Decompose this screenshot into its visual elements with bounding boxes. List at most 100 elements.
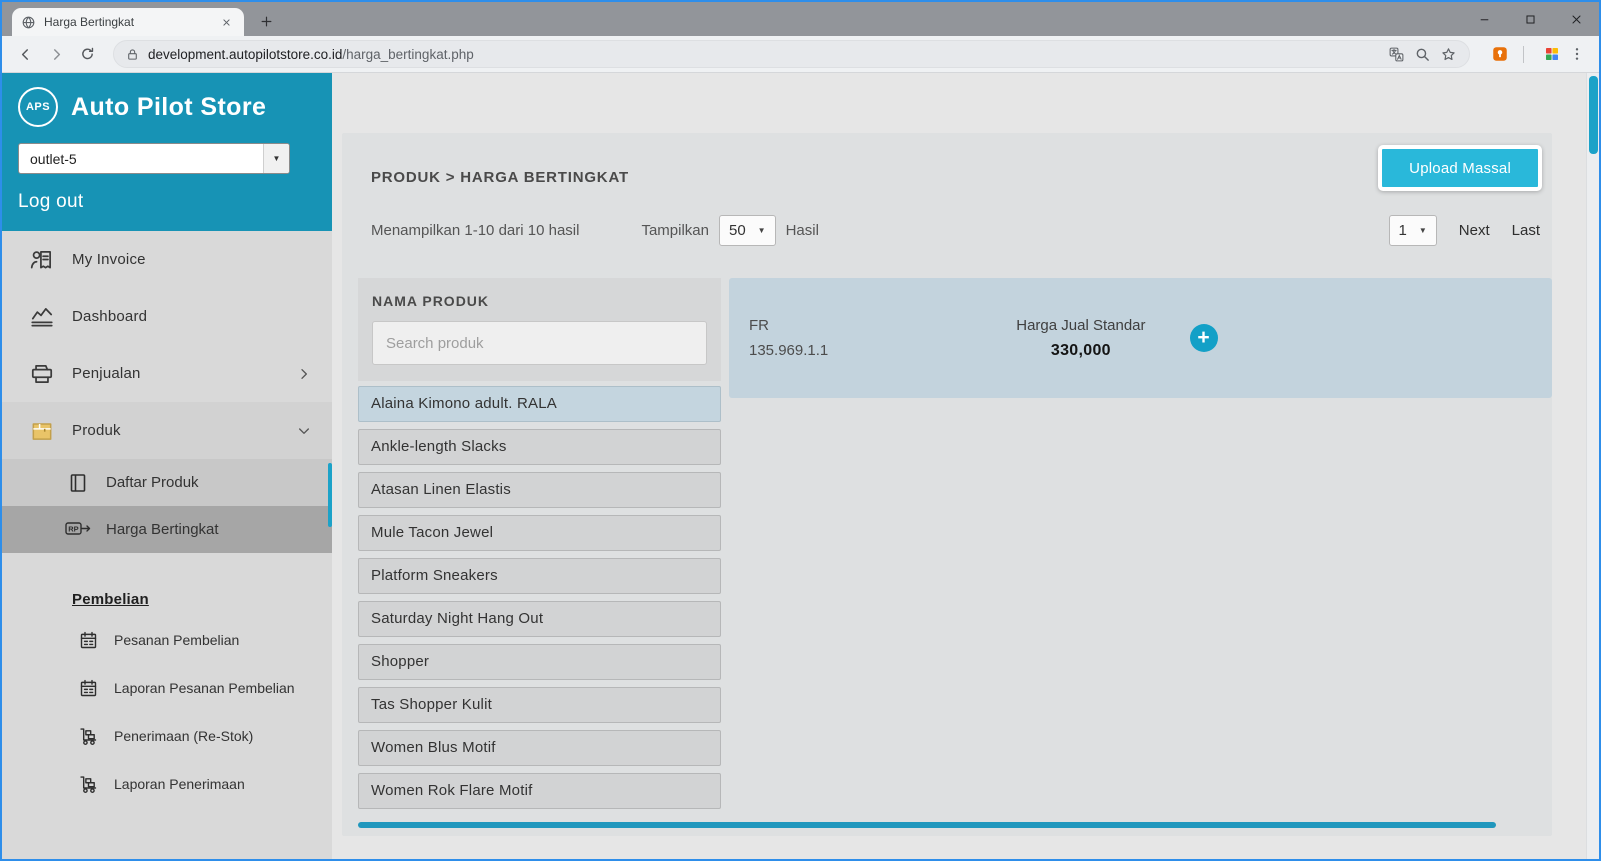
sidebar-item-pesanan-pembelian[interactable]: Pesanan Pembelian — [2, 616, 332, 664]
product-list: Alaina Kimono adult. RALA Ankle-length Sl… — [358, 386, 721, 809]
cash-register-icon — [29, 361, 55, 387]
browser-tab[interactable]: Harga Bertingkat — [12, 8, 244, 36]
sidebar-scrollbar-thumb[interactable] — [328, 463, 332, 527]
calendar-icon — [78, 678, 99, 699]
results-label: Hasil — [786, 222, 819, 239]
browser-window: Harga Bertingkat — [0, 0, 1601, 861]
forward-button[interactable] — [43, 41, 70, 68]
sidebar-item-label: Laporan Pesanan Pembelian — [114, 680, 295, 696]
card-header: PRODUK > HARGA BERTINGKAT Upload Massal — [342, 133, 1552, 191]
price-block: Harga Jual Standar 330,000 — [1016, 313, 1145, 363]
sidebar-menu: My Invoice Dashboard Penjualan — [2, 231, 332, 859]
window-controls — [1461, 2, 1599, 36]
sidebar-item-label: Pesanan Pembelian — [114, 632, 239, 648]
chevron-down-icon: ▼ — [1419, 226, 1427, 235]
chevron-down-icon: ▼ — [758, 226, 766, 235]
new-tab-button[interactable] — [252, 8, 280, 34]
product-list-item[interactable]: Platform Sneakers — [358, 558, 721, 594]
product-list-header: NAMA PRODUK — [358, 278, 721, 381]
maximize-button[interactable] — [1507, 2, 1553, 36]
minimize-button[interactable] — [1461, 2, 1507, 36]
vertical-scrollbar-thumb[interactable] — [1589, 76, 1598, 154]
chevron-right-icon — [296, 366, 312, 382]
bookmark-star-icon[interactable] — [1440, 46, 1457, 63]
product-column: NAMA PRODUK Alaina Kimono adult. RALA Ank… — [358, 278, 721, 816]
product-code: FR — [749, 313, 828, 338]
last-page-link[interactable]: Last — [1512, 222, 1540, 239]
price-value: 330,000 — [1016, 338, 1145, 363]
pagination: 1 ▼ Next Last — [1389, 215, 1540, 246]
product-id-block: FR 135.969.1.1 — [749, 313, 828, 363]
outlet-select[interactable]: outlet-5 ▼ — [18, 143, 290, 174]
padlock-icon[interactable] — [126, 48, 139, 61]
url-path: /harga_bertingkat.php — [342, 47, 473, 62]
product-list-item[interactable]: Shopper — [358, 644, 721, 680]
tab-title: Harga Bertingkat — [44, 15, 210, 29]
price-label: Harga Jual Standar — [1016, 313, 1145, 338]
url-domain: development.autopilotstore.co.id — [148, 47, 342, 62]
page-size-select[interactable]: 50 ▼ — [719, 215, 776, 246]
url-bar[interactable]: development.autopilotstore.co.id/harga_b… — [113, 40, 1470, 68]
sidebar-item-daftar-produk[interactable]: Daftar Produk — [2, 459, 332, 506]
notebook-icon — [65, 471, 91, 495]
calendar-icon — [78, 630, 99, 651]
password-extension-icon[interactable] — [1491, 45, 1509, 63]
content-card: PRODUK > HARGA BERTINGKAT Upload Massal … — [342, 133, 1552, 836]
outlet-select-value: outlet-5 — [30, 151, 77, 167]
next-page-link[interactable]: Next — [1459, 222, 1490, 239]
content-row: NAMA PRODUK Alaina Kimono adult. RALA Ank… — [358, 278, 1552, 816]
product-list-title: NAMA PRODUK — [372, 293, 707, 309]
browser-toolbar: development.autopilotstore.co.id/harga_b… — [2, 36, 1599, 73]
app-body: APS Auto Pilot Store outlet-5 ▼ Log out … — [2, 73, 1599, 859]
product-list-item[interactable]: Ankle-length Slacks — [358, 429, 721, 465]
logout-link[interactable]: Log out — [18, 191, 316, 213]
sidebar-section-pembelian[interactable]: Pembelian — [72, 591, 332, 608]
results-summary: Menampilkan 1-10 dari 10 hasil — [371, 222, 579, 239]
sidebar-item-dashboard[interactable]: Dashboard — [2, 288, 332, 345]
chevron-down-icon — [296, 423, 312, 439]
add-price-tier-button[interactable]: + — [1190, 324, 1218, 352]
horizontal-scrollbar[interactable] — [358, 822, 1496, 828]
back-button[interactable] — [12, 41, 39, 68]
sidebar-item-produk[interactable]: Produk — [2, 402, 332, 459]
product-list-item[interactable]: Women Blus Motif — [358, 730, 721, 766]
sidebar-item-my-invoice[interactable]: My Invoice — [2, 231, 332, 288]
sidebar-item-label: Daftar Produk — [106, 474, 199, 491]
sidebar-item-penjualan[interactable]: Penjualan — [2, 345, 332, 402]
dashboard-chart-icon — [29, 304, 55, 330]
product-list-item[interactable]: Mule Tacon Jewel — [358, 515, 721, 551]
breadcrumb: PRODUK > HARGA BERTINGKAT — [371, 169, 629, 186]
sidebar-item-label: Penjualan — [72, 365, 141, 382]
page-select-value: 1 — [1399, 222, 1407, 239]
product-list-item[interactable]: Tas Shopper Kulit — [358, 687, 721, 723]
translate-icon[interactable] — [1388, 46, 1405, 63]
sidebar-item-laporan-penerimaan[interactable]: Laporan Penerimaan — [2, 760, 332, 808]
browser-tabbar: Harga Bertingkat — [2, 2, 1599, 36]
tab-close-icon[interactable] — [218, 14, 235, 31]
show-label: Tampilkan — [641, 222, 709, 239]
search-input[interactable] — [372, 321, 707, 365]
upload-massal-button[interactable]: Upload Massal — [1378, 145, 1542, 191]
brand-logo-icon: APS — [18, 87, 58, 127]
browser-menu-icon[interactable] — [1567, 42, 1587, 66]
sidebar-header: APS Auto Pilot Store outlet-5 ▼ Log out — [2, 73, 332, 231]
invoice-icon — [29, 247, 55, 273]
page-select[interactable]: 1 ▼ — [1389, 215, 1437, 246]
sidebar-item-label: Produk — [72, 422, 121, 439]
product-list-item[interactable]: Atasan Linen Elastis — [358, 472, 721, 508]
vertical-scrollbar[interactable] — [1586, 73, 1599, 859]
price-detail-panel: FR 135.969.1.1 Harga Jual Standar 330,00… — [729, 278, 1552, 398]
sidebar-item-label: Penerimaan (Re-Stok) — [114, 728, 253, 744]
extension-icon[interactable] — [1543, 45, 1561, 63]
reload-button[interactable] — [74, 41, 101, 68]
product-list-item[interactable]: Women Rok Flare Motif — [358, 773, 721, 809]
product-list-item[interactable]: Alaina Kimono adult. RALA — [358, 386, 721, 422]
sidebar-item-laporan-pesanan-pembelian[interactable]: Laporan Pesanan Pembelian — [2, 664, 332, 712]
close-button[interactable] — [1553, 2, 1599, 36]
zoom-icon[interactable] — [1414, 46, 1431, 63]
sidebar-item-penerimaan-restok[interactable]: Penerimaan (Re-Stok) — [2, 712, 332, 760]
product-list-item[interactable]: Saturday Night Hang Out — [358, 601, 721, 637]
list-controls: Menampilkan 1-10 dari 10 hasil Tampilkan… — [342, 215, 1552, 246]
sidebar-item-harga-bertingkat[interactable]: RP Harga Bertingkat — [2, 506, 332, 553]
brand: APS Auto Pilot Store — [18, 87, 316, 127]
